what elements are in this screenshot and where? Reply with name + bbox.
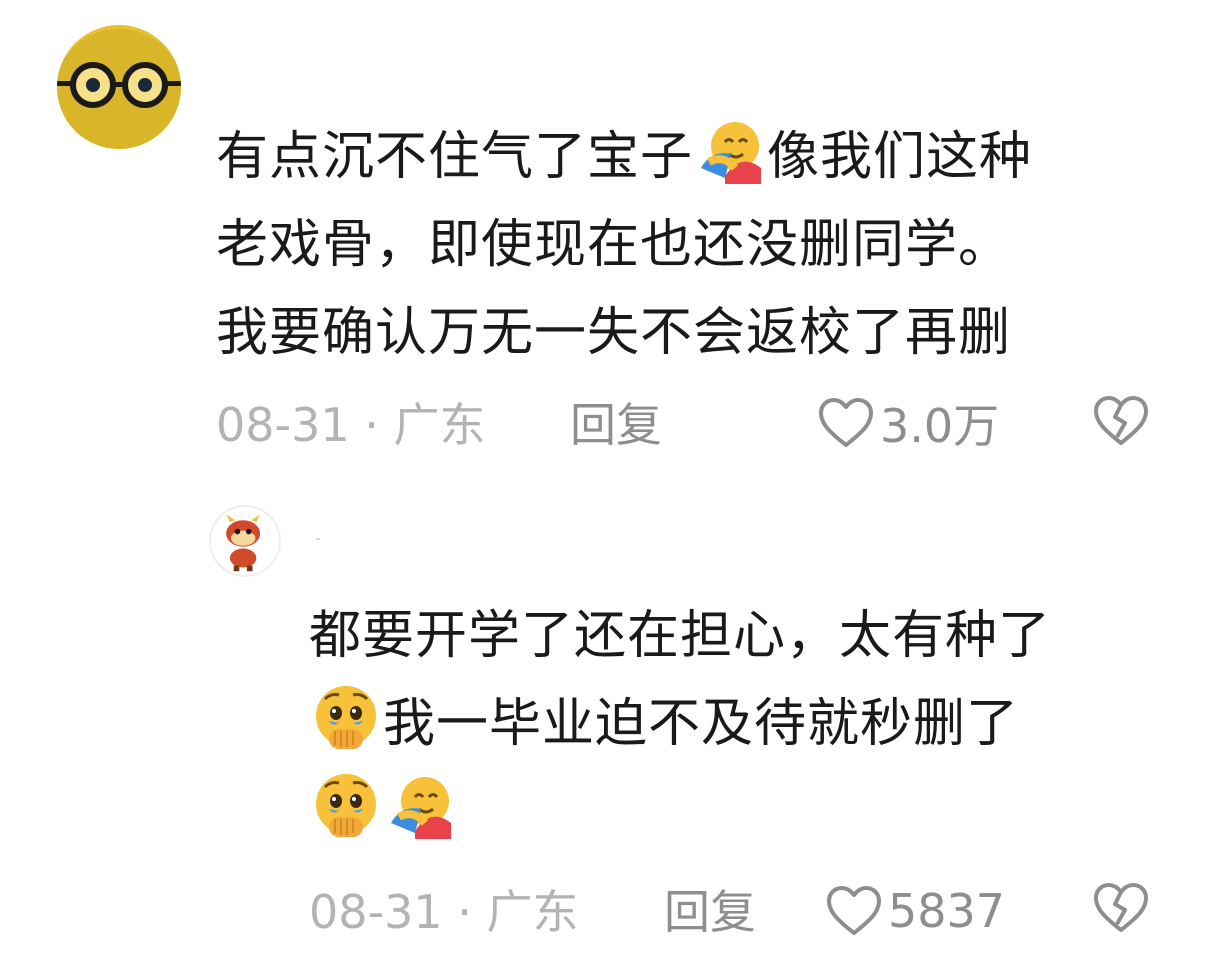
comment-line bbox=[309, 768, 1051, 856]
heart-icon bbox=[819, 398, 873, 447]
comment-line: 我一毕业迫不及待就秒删了 bbox=[309, 680, 1051, 768]
hugging-face-emoji-icon bbox=[695, 116, 765, 186]
comment-body: 都要开学了还在担心，太有种了 我一毕业迫不及待就秒删了 bbox=[309, 592, 1051, 856]
username[interactable] bbox=[316, 538, 320, 540]
avatar-glasses-face-icon bbox=[57, 25, 181, 149]
comment-thread: 有点沉不住气了宝子 像我们这种 老戏骨，即使现在也还没删同学。 我要确认万无一失不… bbox=[0, 0, 1216, 976]
reply-button[interactable]: 回复 bbox=[570, 390, 662, 460]
comment-line: 有点沉不住气了宝子 像我们这种 bbox=[216, 113, 1032, 201]
holding-back-tears-emoji-icon bbox=[311, 771, 381, 841]
holding-back-tears-emoji-icon bbox=[311, 683, 381, 753]
like-button[interactable]: 3.0万 bbox=[818, 388, 999, 458]
comment-line: 老戏骨，即使现在也还没删同学。 bbox=[216, 215, 1012, 275]
like-button[interactable]: 5837 bbox=[826, 876, 1005, 946]
date-location: 08-31 · 广东 bbox=[216, 398, 486, 452]
heart-icon bbox=[827, 886, 881, 935]
dislike-button[interactable] bbox=[1093, 393, 1149, 449]
reply-button[interactable]: 回复 bbox=[664, 877, 756, 947]
avatar-dragon-icon bbox=[211, 507, 279, 575]
hugging-face-emoji-icon bbox=[385, 771, 455, 841]
avatar[interactable] bbox=[57, 25, 181, 149]
date-location: 08-31 · 广东 bbox=[309, 885, 579, 939]
avatar[interactable] bbox=[209, 505, 281, 577]
like-count: 5837 bbox=[888, 884, 1006, 938]
comment-line: 都要开学了还在担心，太有种了 bbox=[309, 606, 1052, 666]
broken-heart-icon bbox=[1094, 396, 1148, 445]
broken-heart-icon bbox=[1094, 883, 1148, 932]
comment-line: 我要确认万无一失不会返校了再删 bbox=[216, 303, 1012, 363]
dislike-button[interactable] bbox=[1093, 880, 1149, 936]
comment-body: 有点沉不住气了宝子 像我们这种 老戏骨，即使现在也还没删同学。 我要确认万无一失不… bbox=[216, 113, 1032, 377]
like-count: 3.0万 bbox=[880, 399, 1000, 453]
